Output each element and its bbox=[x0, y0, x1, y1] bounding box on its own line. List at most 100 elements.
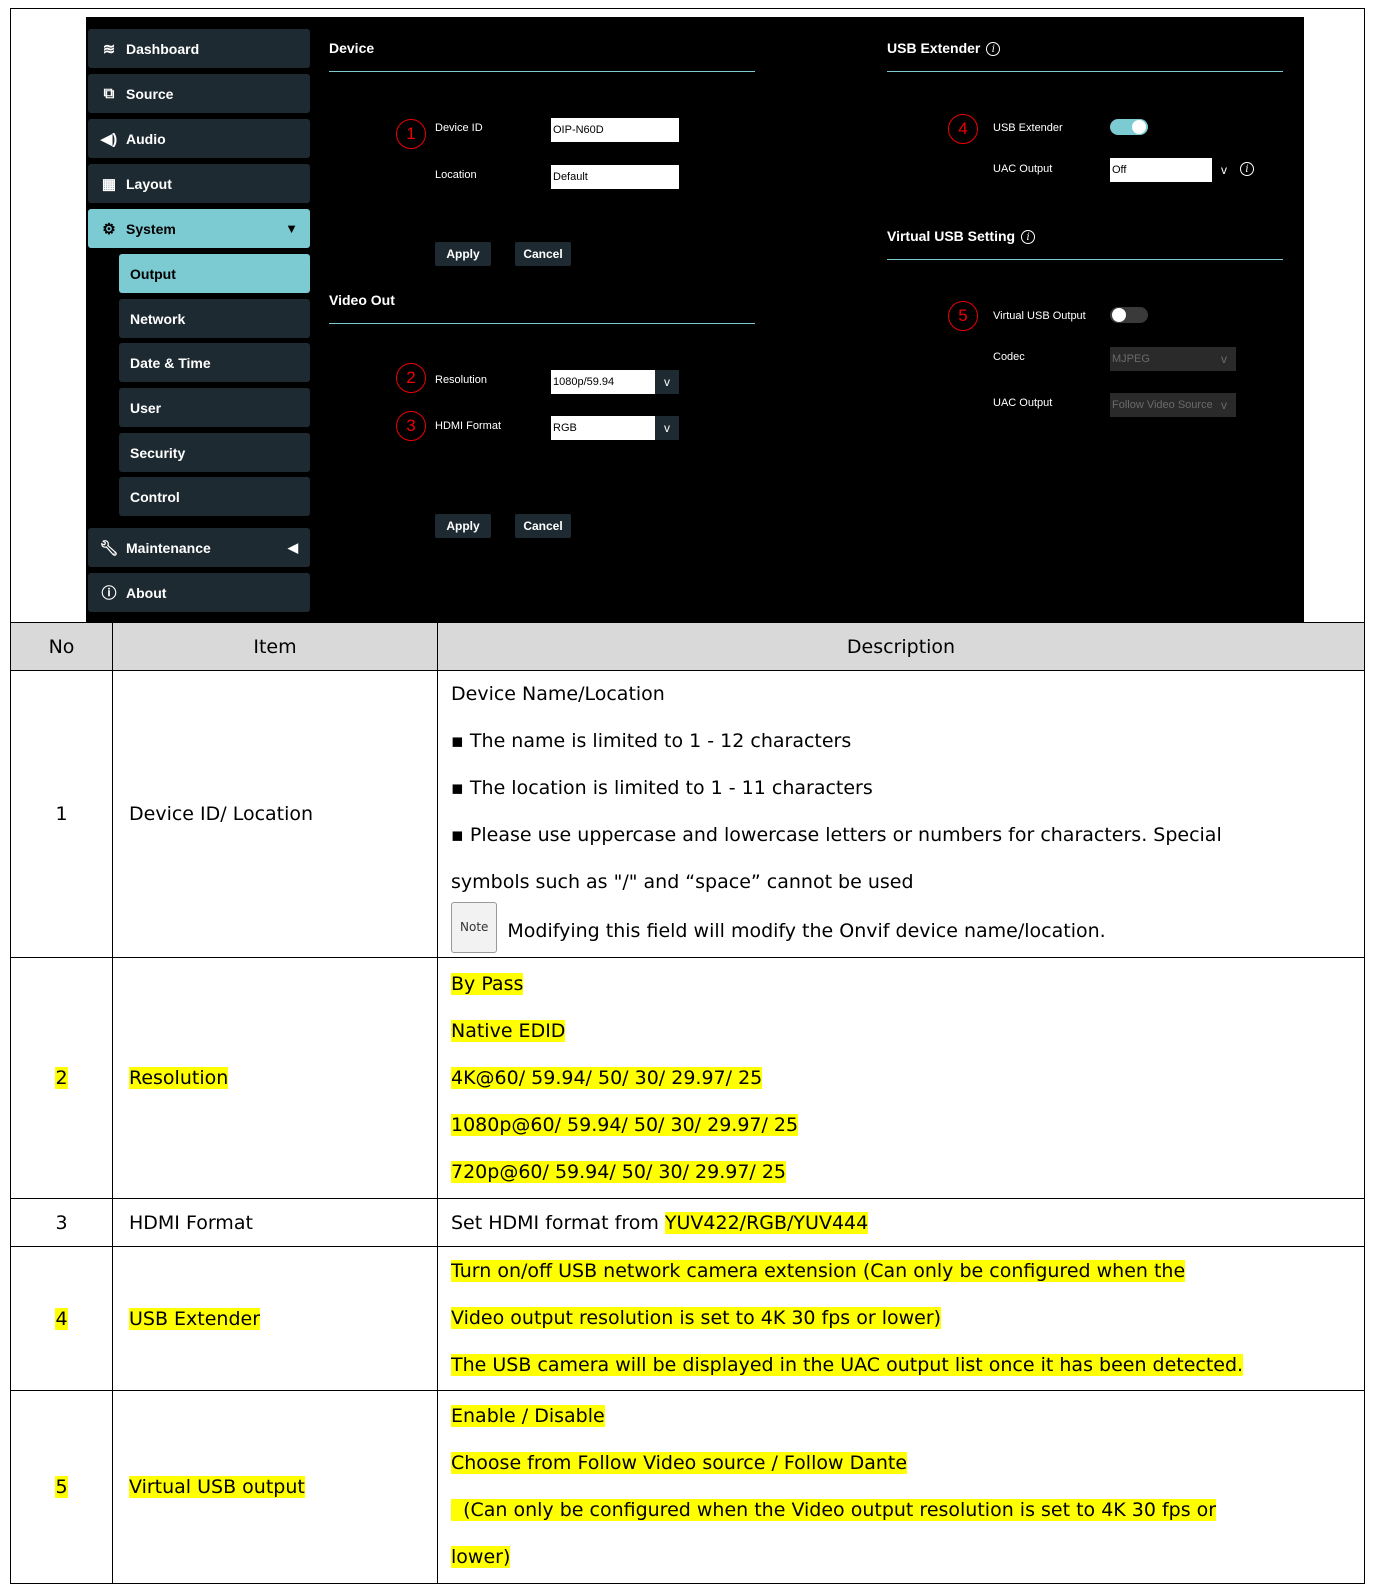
chevron-down-icon: v bbox=[1212, 393, 1236, 417]
sidebar-item-label: System bbox=[126, 220, 176, 237]
location-label: Location bbox=[435, 169, 477, 181]
table-header-row: No Item Description bbox=[10, 622, 1365, 671]
web-ui-screenshot: ≋ Dashboard ⧉ Source ◀) Audio ▦ Layout ⚙… bbox=[86, 17, 1304, 623]
desc-prefix: Set HDMI format from bbox=[451, 1211, 665, 1234]
table-row: 5 Virtual USB output Enable / Disable Ch… bbox=[10, 1390, 1365, 1584]
usb-extender-toggle[interactable] bbox=[1110, 119, 1148, 135]
divider bbox=[887, 259, 1283, 260]
note-text: Modifying this field will modify the Onv… bbox=[507, 920, 1106, 942]
divider bbox=[329, 323, 755, 324]
codec-value: MJPEG bbox=[1112, 353, 1150, 365]
row-description: Set HDMI format from YUV422/RGB/YUV444 bbox=[437, 1198, 1365, 1247]
desc-line-wrap: By Pass bbox=[451, 961, 1364, 1008]
sidebar-subitem-network[interactable]: Network bbox=[119, 299, 310, 338]
desc-line: By Pass bbox=[451, 972, 524, 995]
description-table: No Item Description 1 Device ID/ Locatio… bbox=[10, 622, 1365, 1584]
info-icon[interactable]: i bbox=[1240, 162, 1254, 176]
desc-line: The USB camera will be displayed in the … bbox=[451, 1354, 1244, 1376]
chevron-down-icon: v bbox=[1212, 347, 1236, 371]
desc-line: (Can only be configured when the Video o… bbox=[451, 1499, 1217, 1521]
hdmi-format-select[interactable]: RGB v bbox=[551, 416, 679, 440]
sidebar-item-layout[interactable]: ▦ Layout bbox=[88, 164, 310, 203]
desc-line-wrap: Enable / Disable bbox=[451, 1393, 1364, 1440]
desc-line-wrap: The USB camera will be displayed in the … bbox=[451, 1342, 1364, 1389]
row-no: 5 bbox=[10, 1390, 113, 1584]
video-apply-button[interactable]: Apply bbox=[435, 514, 491, 538]
sidebar-subitem-date-time[interactable]: Date & Time bbox=[119, 343, 310, 382]
sidebar-subitem-output[interactable]: Output bbox=[119, 254, 310, 293]
desc-line-wrap: Turn on/off USB network camera extension… bbox=[451, 1248, 1364, 1295]
info-icon: ⓘ bbox=[101, 585, 117, 602]
virtual-uac-output-select[interactable]: Follow Video Source v bbox=[1110, 393, 1236, 417]
sidebar-item-source[interactable]: ⧉ Source bbox=[88, 74, 310, 113]
sidebar: ≋ Dashboard ⧉ Source ◀) Audio ▦ Layout ⚙… bbox=[86, 17, 316, 623]
sidebar-subitem-security[interactable]: Security bbox=[119, 433, 310, 472]
desc-line-wrap: Native EDID bbox=[451, 1008, 1364, 1055]
sidebar-item-audio[interactable]: ◀) Audio bbox=[88, 119, 310, 158]
layers-icon: ≋ bbox=[102, 40, 116, 58]
chevron-down-icon: v bbox=[1212, 158, 1236, 182]
device-apply-button[interactable]: Apply bbox=[435, 242, 491, 266]
virtual-usb-output-label: Virtual USB Output bbox=[993, 310, 1086, 322]
header-item: Item bbox=[112, 622, 438, 671]
row-no: 1 bbox=[10, 670, 113, 958]
desc-highlight: YUV422/RGB/YUV444 bbox=[664, 1211, 869, 1234]
sidebar-item-dashboard[interactable]: ≋ Dashboard bbox=[88, 29, 310, 68]
sidebar-subitem-control[interactable]: Control bbox=[119, 477, 310, 516]
usb-extender-title-text: USB Extender bbox=[887, 40, 981, 56]
row-item: Device ID/ Location bbox=[112, 670, 438, 958]
row-item: USB Extender bbox=[112, 1246, 438, 1391]
header-description: Description bbox=[437, 622, 1365, 671]
info-icon[interactable]: i bbox=[1021, 230, 1036, 245]
virtual-usb-section-title: Virtual USB Setting i bbox=[887, 228, 1036, 245]
table-row: 1 Device ID/ Location Device Name/Locati… bbox=[10, 670, 1365, 958]
virtual-usb-output-toggle[interactable] bbox=[1110, 307, 1148, 323]
caret-left-icon: ◀ bbox=[288, 539, 298, 555]
sidebar-subitem-user[interactable]: User bbox=[119, 388, 310, 427]
location-input[interactable] bbox=[551, 165, 679, 189]
row-item-text: USB Extender bbox=[129, 1307, 261, 1330]
row-item: Virtual USB output bbox=[112, 1390, 438, 1584]
row-description: Turn on/off USB network camera extension… bbox=[437, 1246, 1365, 1391]
desc-line-wrap: (Can only be configured when the Video o… bbox=[451, 1487, 1364, 1534]
note-tag: Note bbox=[451, 902, 498, 953]
toggle-knob bbox=[1132, 120, 1146, 134]
hdmi-format-value: RGB bbox=[553, 422, 577, 434]
virtual-uac-output-value: Follow Video Source bbox=[1112, 399, 1213, 411]
row-item: HDMI Format bbox=[112, 1198, 438, 1247]
row-no: 4 bbox=[10, 1246, 113, 1391]
codec-label: Codec bbox=[993, 351, 1025, 363]
callout-badge-5: 5 bbox=[948, 301, 978, 331]
table-row: 3 HDMI Format Set HDMI format from YUV42… bbox=[10, 1198, 1365, 1247]
device-section-title: Device bbox=[329, 40, 375, 56]
row-description: By Pass Native EDID 4K@60/ 59.94/ 50/ 30… bbox=[437, 957, 1365, 1199]
codec-select[interactable]: MJPEG v bbox=[1110, 347, 1236, 371]
callout-badge-3: 3 bbox=[396, 411, 426, 441]
device-id-label: Device ID bbox=[435, 122, 483, 134]
row-description: Enable / Disable Choose from Follow Vide… bbox=[437, 1390, 1365, 1584]
desc-line-wrap: 1080p@60/ 59.94/ 50/ 30/ 29.97/ 25 bbox=[451, 1102, 1364, 1149]
resolution-select[interactable]: 1080p/59.94 v bbox=[551, 370, 679, 394]
device-cancel-button[interactable]: Cancel bbox=[515, 242, 571, 266]
desc-line: Native EDID bbox=[451, 1019, 566, 1042]
sidebar-item-system[interactable]: ⚙ System ▼ bbox=[88, 209, 310, 248]
info-icon[interactable]: i bbox=[986, 42, 1001, 57]
row-item-text: Virtual USB output bbox=[129, 1476, 305, 1498]
uac-output-select[interactable]: Off v bbox=[1110, 158, 1236, 182]
desc-line: lower) bbox=[451, 1546, 511, 1568]
row-no-text: 2 bbox=[55, 1067, 68, 1089]
sidebar-item-label: Source bbox=[126, 85, 174, 102]
desc-line-wrap: Video output resolution is set to 4K 30 … bbox=[451, 1295, 1364, 1342]
device-id-input[interactable] bbox=[551, 118, 679, 142]
desc-line-wrap: Choose from Follow Video source / Follow… bbox=[451, 1440, 1364, 1487]
video-cancel-button[interactable]: Cancel bbox=[515, 514, 571, 538]
desc-line: ▪ Please use uppercase and lowercase let… bbox=[451, 824, 1222, 846]
sidebar-item-maintenance[interactable]: 🔧︎ Maintenance ◀ bbox=[88, 528, 310, 567]
uac-output-value: Off bbox=[1112, 164, 1127, 176]
sidebar-item-about[interactable]: ⓘ About bbox=[88, 573, 310, 612]
desc-line: Enable / Disable bbox=[451, 1405, 605, 1427]
desc-line: Turn on/off USB network camera extension… bbox=[451, 1260, 1186, 1282]
divider bbox=[887, 71, 1283, 72]
desc-line: symbols such as "/" and “space” cannot b… bbox=[451, 871, 914, 893]
usb-extender-label: USB Extender bbox=[993, 122, 1063, 134]
